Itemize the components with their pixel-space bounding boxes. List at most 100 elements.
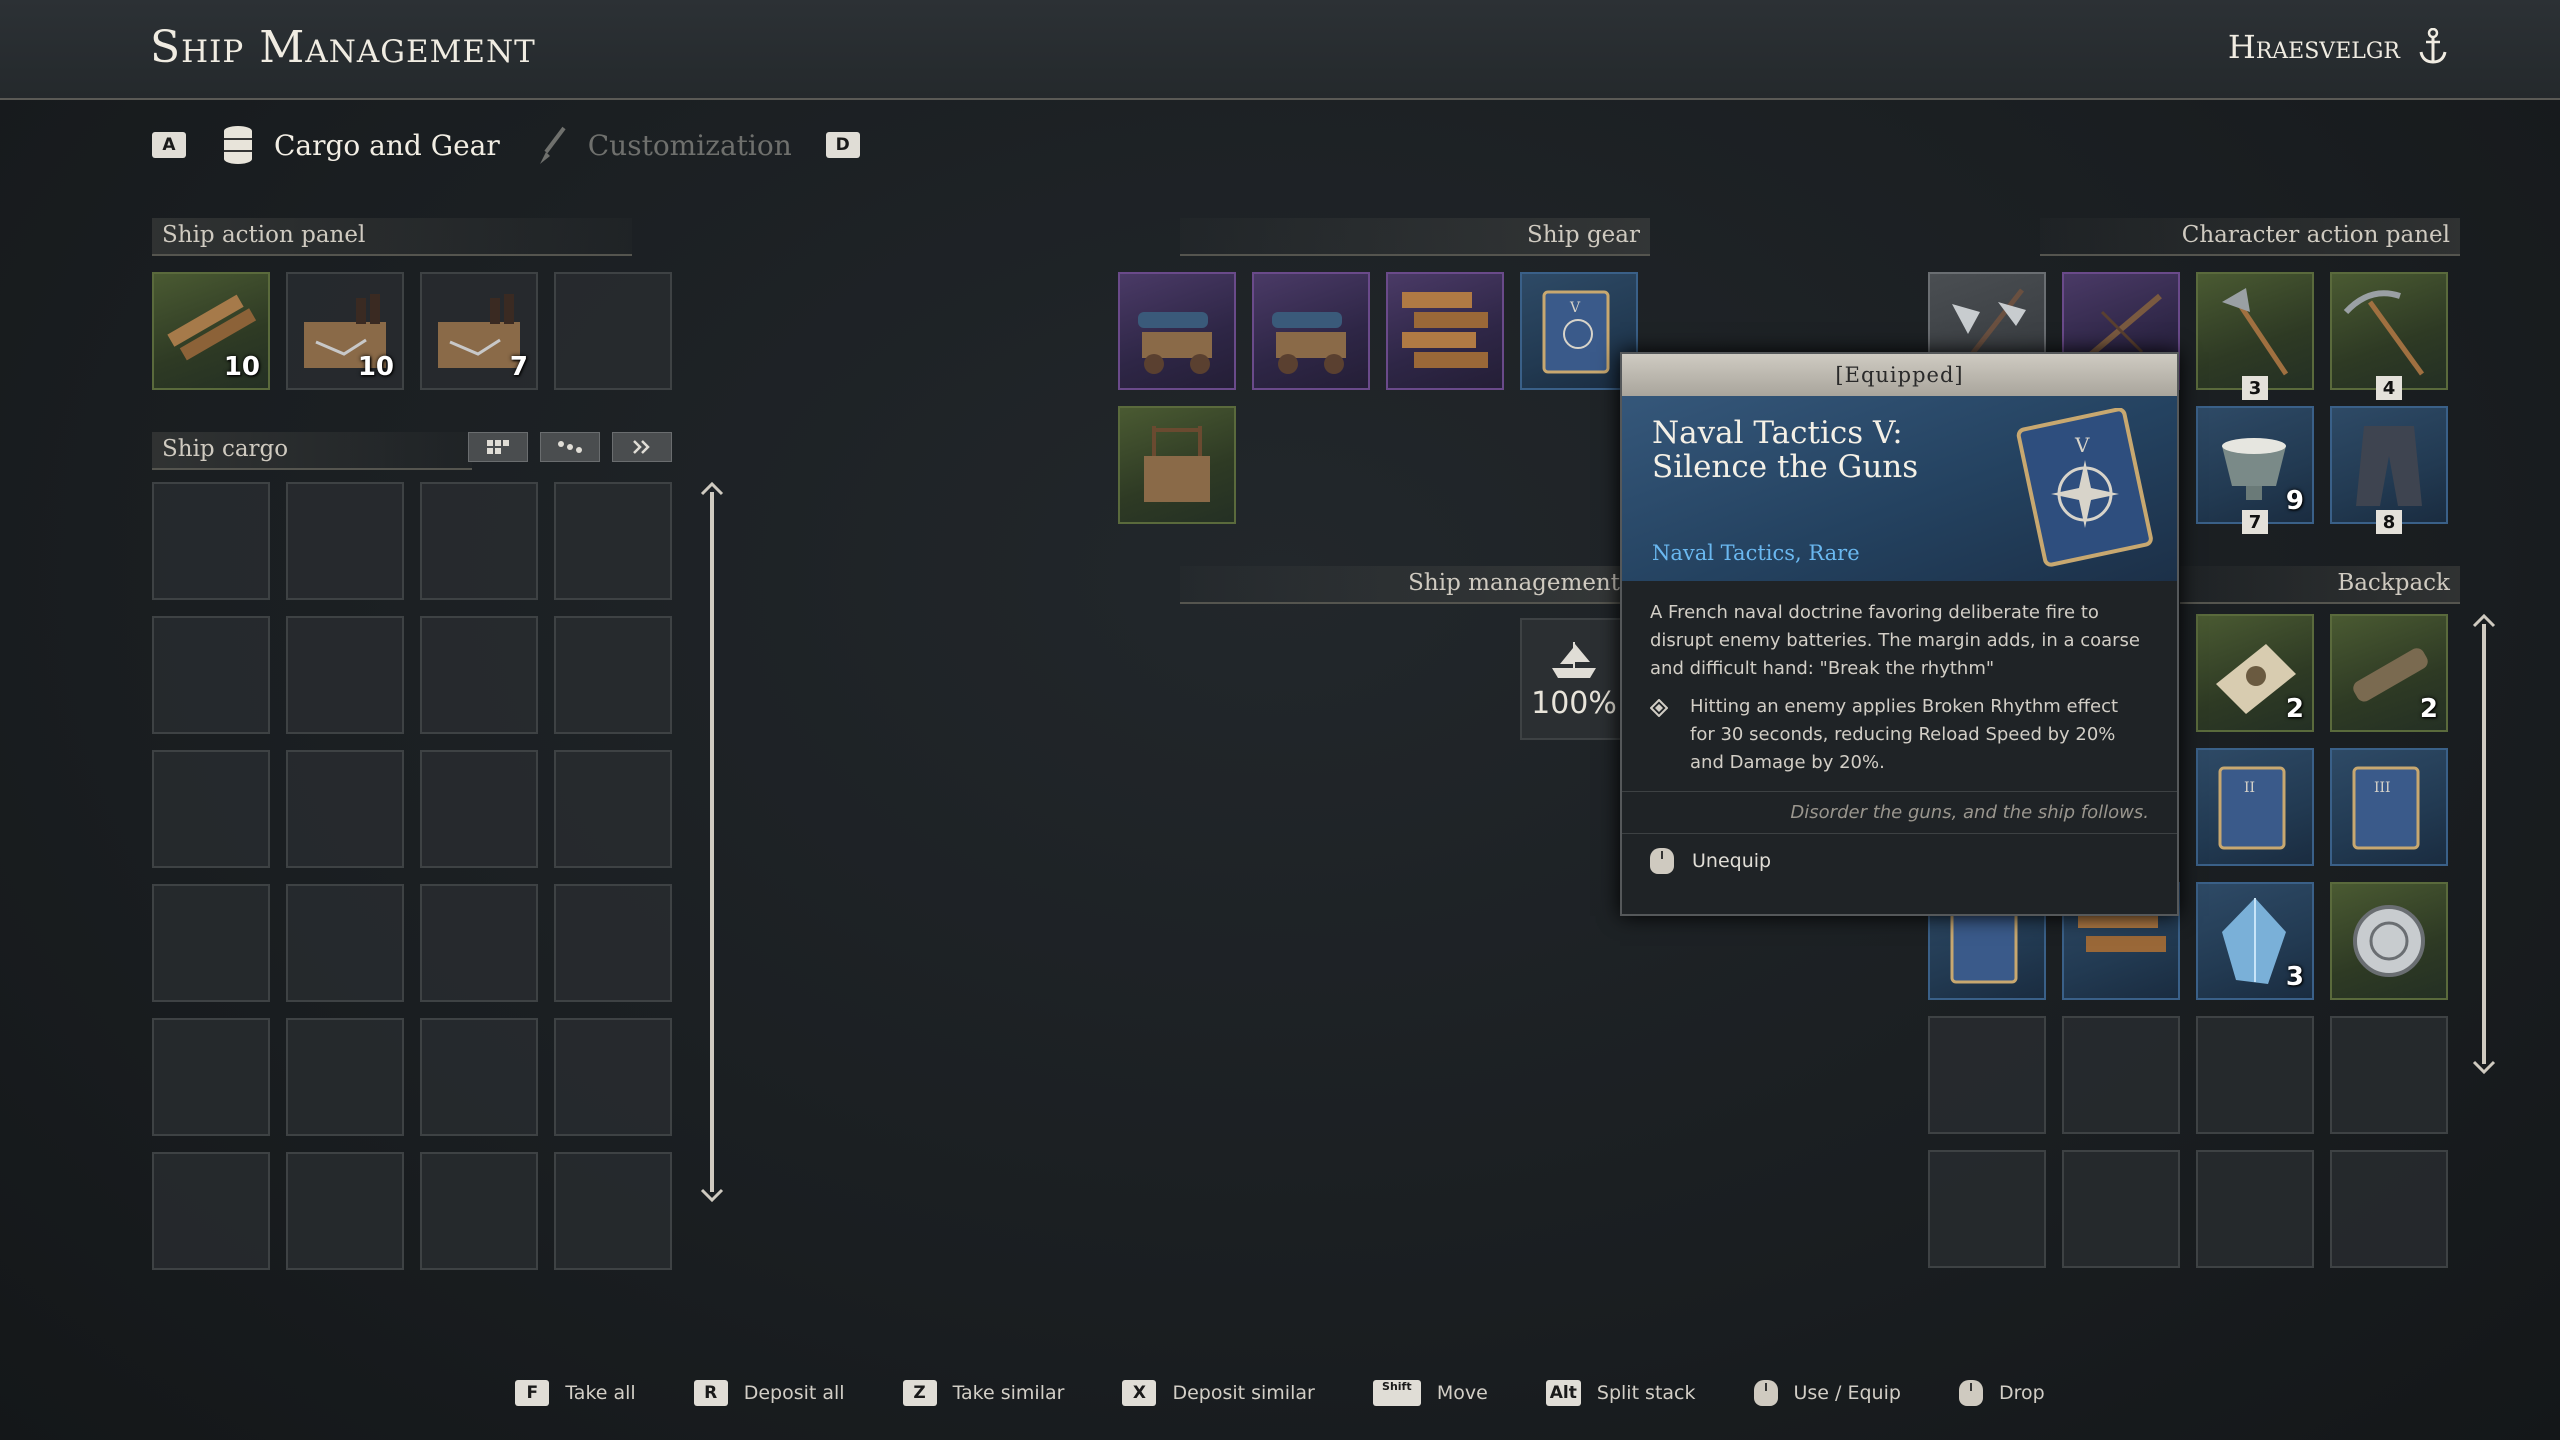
hint-take-all[interactable]: F Take all <box>515 1380 636 1406</box>
unequip-label: Unequip <box>1692 850 1772 872</box>
cargo-slot[interactable] <box>420 616 538 734</box>
anchor-icon <box>2419 28 2447 64</box>
cargo-slot[interactable] <box>286 482 404 600</box>
svg-text:III: III <box>2374 780 2391 796</box>
ship-gear-slot-cannon-2[interactable] <box>1252 272 1370 390</box>
ship-action-slot-4[interactable] <box>554 272 672 390</box>
hint-move[interactable]: Shift Move <box>1372 1380 1488 1406</box>
key-z: Z <box>902 1380 937 1406</box>
ship-gear-slot-rack[interactable] <box>1118 406 1236 524</box>
prev-tab-key[interactable]: A <box>152 132 186 158</box>
backpack-scrollbar[interactable] <box>2472 614 2496 1074</box>
character-action-slot-3[interactable]: 3 <box>2196 272 2314 400</box>
svg-text:V: V <box>2074 433 2090 457</box>
hint-use-equip[interactable]: Use / Equip <box>1753 1380 1901 1406</box>
footer-hints: F Take all R Deposit all Z Take similar X De… <box>0 1380 2560 1406</box>
cargo-slot[interactable] <box>420 884 538 1002</box>
backpack-slot-crystal[interactable]: 3 <box>2196 882 2314 1000</box>
cargo-slot[interactable] <box>554 750 672 868</box>
medallion-icon <box>2353 905 2425 977</box>
ship-gear-slot-cannon-1[interactable] <box>1118 272 1236 390</box>
ship-action-slot-3[interactable]: 7 <box>420 272 538 390</box>
hint-deposit-all[interactable]: R Deposit all <box>693 1380 845 1406</box>
cargo-slot[interactable] <box>420 1018 538 1136</box>
item-count: 2 <box>2419 694 2438 724</box>
cargo-slot[interactable] <box>286 1018 404 1136</box>
key-alt: Alt <box>1545 1380 1581 1406</box>
ship-action-slot-1[interactable]: 10 <box>152 272 270 390</box>
cargo-slot[interactable] <box>152 482 270 600</box>
hint-split-stack[interactable]: Alt Split stack <box>1545 1380 1696 1406</box>
key-x: X <box>1122 1380 1157 1406</box>
backpack-slot[interactable] <box>1928 1016 2046 1134</box>
cargo-slot[interactable] <box>554 482 672 600</box>
cargo-slot[interactable] <box>152 1152 270 1270</box>
svg-text:V: V <box>1569 300 1581 316</box>
hint-deposit-similar[interactable]: X Deposit similar <box>1122 1380 1315 1406</box>
cargo-slot[interactable] <box>420 482 538 600</box>
backpack-slot-medallion[interactable] <box>2330 882 2448 1000</box>
arrow-down-icon <box>700 1188 724 1202</box>
ship-management-label: Ship management <box>1180 566 1630 604</box>
backpack-slot-book-iii[interactable]: III <box>2330 748 2448 866</box>
cargo-slot[interactable] <box>286 884 404 1002</box>
cannon-icon <box>1138 312 1212 374</box>
ship-management-value: 100% <box>1531 685 1617 721</box>
book-iii-icon: III <box>2352 766 2420 850</box>
cargo-slot[interactable] <box>286 1152 404 1270</box>
arrow-up-icon <box>700 482 724 496</box>
hint-label: Drop <box>1998 1382 2045 1404</box>
character-action-slot-4[interactable]: 4 <box>2330 272 2448 400</box>
backpack-slot[interactable] <box>2330 1150 2448 1268</box>
cargo-slot[interactable] <box>286 616 404 734</box>
next-tab-key[interactable]: D <box>825 132 860 158</box>
tactics-book-icon: V <box>1542 290 1610 374</box>
hotkey-badge: 7 <box>2242 510 2268 534</box>
backpack-slot-book-ii[interactable]: II <box>2196 748 2314 866</box>
cargo-slot[interactable] <box>152 750 270 868</box>
cargo-slot[interactable] <box>152 616 270 734</box>
character-action-slot-5[interactable]: 9 7 <box>2196 406 2314 534</box>
transfer-all-button[interactable] <box>612 432 672 462</box>
backpack-slot-wood[interactable]: 2 <box>2330 614 2448 732</box>
character-action-slot-6[interactable]: 8 <box>2330 406 2448 534</box>
cargo-slot[interactable] <box>420 1152 538 1270</box>
cannon-icon <box>1272 312 1346 374</box>
backpack-slot[interactable] <box>2062 1150 2180 1268</box>
axe-icon <box>2222 288 2289 376</box>
ship-action-slot-2[interactable]: 10 <box>286 272 404 390</box>
backpack-slot[interactable] <box>1928 1150 2046 1268</box>
backpack-slot-herbs[interactable]: 2 <box>2196 614 2314 732</box>
tooltip-header: Naval Tactics V: Silence the Guns Naval … <box>1622 396 2177 581</box>
hint-drop[interactable]: Drop <box>1958 1380 2045 1406</box>
backpack-slot[interactable] <box>2330 1016 2448 1134</box>
cargo-slot[interactable] <box>286 750 404 868</box>
item-effect: Hitting an enemy applies Broken Rhythm e… <box>1650 693 2147 777</box>
cargo-slot[interactable] <box>554 1152 672 1270</box>
item-subtitle: Naval Tactics, Rare <box>1652 541 1860 565</box>
cargo-slot[interactable] <box>152 1018 270 1136</box>
ship-name-label: Hraesvelgr <box>2227 28 2400 66</box>
unequip-action[interactable]: Unequip <box>1622 833 2177 888</box>
hint-take-similar[interactable]: Z Take similar <box>902 1380 1064 1406</box>
cargo-scrollbar[interactable] <box>700 482 724 1202</box>
tab-customization[interactable]: Customization <box>534 124 792 166</box>
ship-management-box[interactable]: 100% <box>1520 618 1628 740</box>
grid-view-button[interactable] <box>468 432 528 462</box>
tab-cargo-and-gear[interactable]: Cargo and Gear <box>220 125 500 165</box>
hint-label: Deposit similar <box>1172 1382 1315 1404</box>
key-r: R <box>693 1380 728 1406</box>
cargo-slot[interactable] <box>554 1018 672 1136</box>
cargo-slot[interactable] <box>554 884 672 1002</box>
cargo-slot[interactable] <box>420 750 538 868</box>
cargo-slot[interactable] <box>554 616 672 734</box>
sort-button[interactable] <box>540 432 600 462</box>
backpack-slot[interactable] <box>2196 1016 2314 1134</box>
cargo-slot[interactable] <box>152 884 270 1002</box>
item-name: Naval Tactics V: Silence the Guns <box>1652 415 1919 485</box>
mouse-icon <box>1650 848 1674 874</box>
ship-gear-slot-hull[interactable] <box>1386 272 1504 390</box>
backpack-slot[interactable] <box>2062 1016 2180 1134</box>
ship-icon <box>1552 641 1596 678</box>
backpack-slot[interactable] <box>2196 1150 2314 1268</box>
